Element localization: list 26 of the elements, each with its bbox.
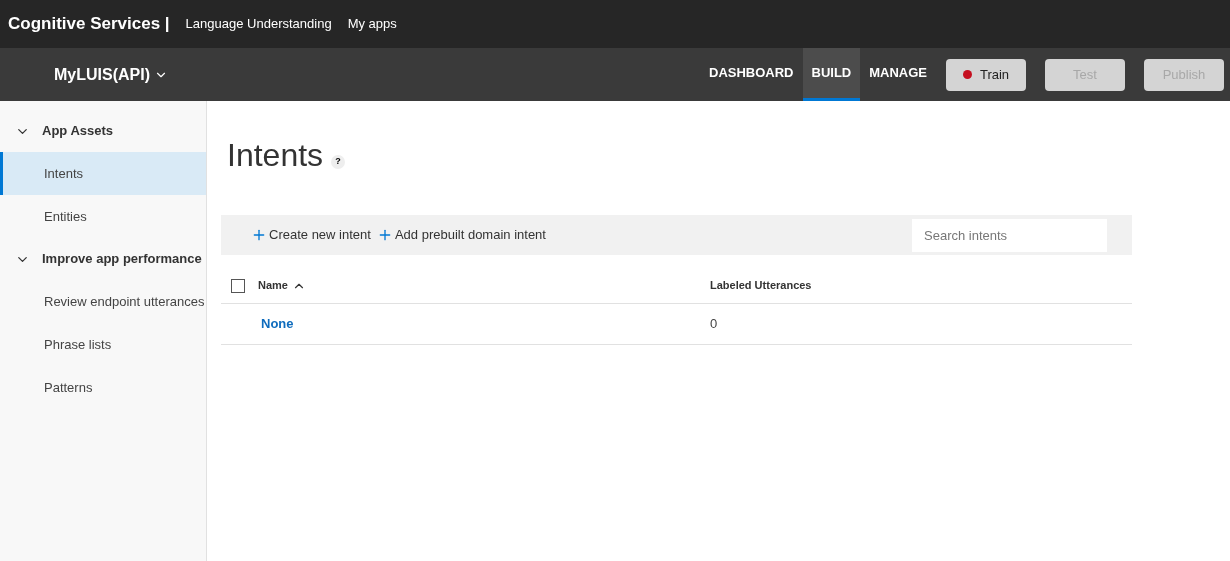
sidebar-group[interactable]: App Assets	[0, 110, 206, 152]
sidebar-item[interactable]: Intents	[0, 152, 206, 195]
command-button[interactable]: Create new intent	[251, 225, 371, 245]
top-link[interactable]: My apps	[347, 14, 397, 34]
sidebar-group[interactable]: Improve app performance	[0, 238, 206, 280]
sidebar-item[interactable]: Patterns	[0, 366, 206, 409]
help-badge[interactable]: ?	[331, 155, 346, 169]
app-selector[interactable]: MyLUIS(API)	[54, 62, 168, 87]
column-header[interactable]: Name	[258, 277, 710, 294]
command-button[interactable]: Add prebuilt domain intent	[376, 225, 546, 245]
top-link[interactable]: Language Understanding	[185, 14, 332, 34]
brand-title: Cognitive Services |	[8, 13, 170, 36]
page-title: Intents	[227, 139, 324, 171]
checkbox[interactable]	[231, 278, 245, 293]
column-header[interactable]: Labeled Utterances	[710, 277, 812, 294]
intent-link[interactable]: None	[231, 314, 710, 334]
nav-tab[interactable]: MANAGE	[860, 48, 936, 101]
sidebar-item[interactable]: Entities	[0, 195, 206, 238]
action-button[interactable]: Train	[946, 58, 1026, 91]
nav-tab[interactable]: BUILD	[802, 48, 861, 101]
search-field[interactable]: Search intents	[912, 218, 1107, 252]
table-cell-text: 0	[710, 315, 718, 334]
sidebar-item[interactable]: Phrase lists	[0, 323, 206, 366]
plus-icon	[251, 227, 267, 243]
sidebar-item[interactable]: Review endpoint utterances	[0, 280, 206, 323]
nav-tab[interactable]: DASHBOARD	[700, 48, 803, 101]
